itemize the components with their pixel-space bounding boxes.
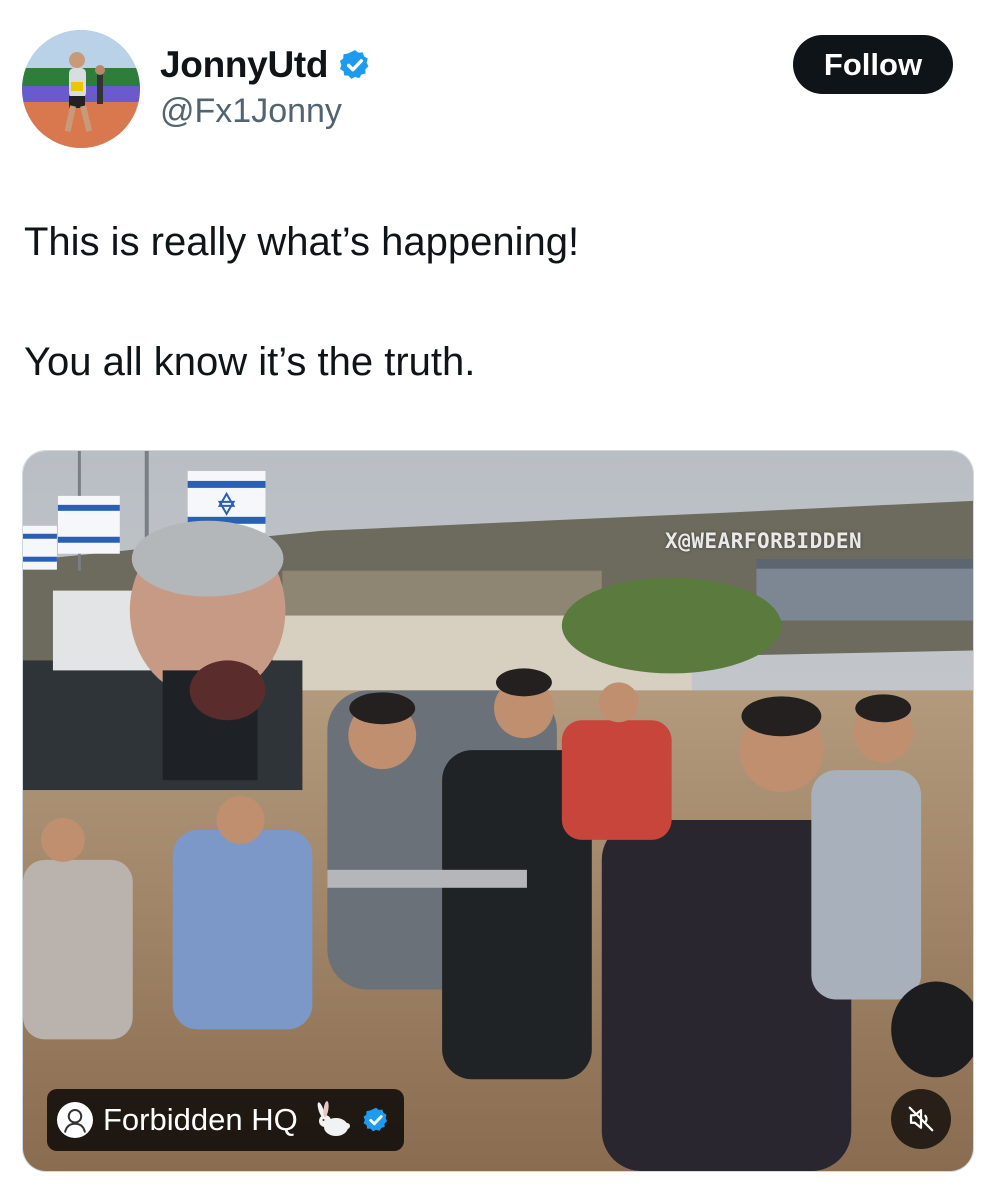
author-handle[interactable]: @Fx1Jonny: [160, 92, 342, 131]
mute-button[interactable]: [891, 1089, 951, 1149]
tweet-header: JonnyUtd @Fx1Jonny Follow: [22, 30, 962, 150]
bust-icon: [64, 1109, 86, 1133]
tweet-text-line: This is really what’s happening!: [24, 220, 580, 264]
video-player[interactable]: X@WEARFORBIDDEN Forbidden HQ: [22, 450, 974, 1172]
video-watermark: X@WEARFORBIDDEN: [665, 529, 863, 553]
speaker-muted-icon: [908, 1106, 934, 1132]
source-name: Forbidden HQ: [103, 1102, 298, 1137]
source-verified-icon: [363, 1107, 387, 1132]
runner-avatar-icon: [22, 30, 140, 148]
tweet-text-line: You all know it’s the truth.: [24, 340, 476, 384]
name-row: JonnyUtd: [160, 44, 372, 86]
author-avatar[interactable]: [22, 30, 140, 148]
video-frame: [23, 451, 973, 1171]
follow-button[interactable]: Follow: [793, 35, 953, 94]
author-display-name[interactable]: JonnyUtd: [160, 44, 329, 86]
video-source-attribution[interactable]: Forbidden HQ: [47, 1089, 404, 1151]
rabbit-icon: [317, 1101, 350, 1136]
source-avatar: [57, 1102, 93, 1138]
verified-badge-icon[interactable]: [338, 48, 372, 82]
